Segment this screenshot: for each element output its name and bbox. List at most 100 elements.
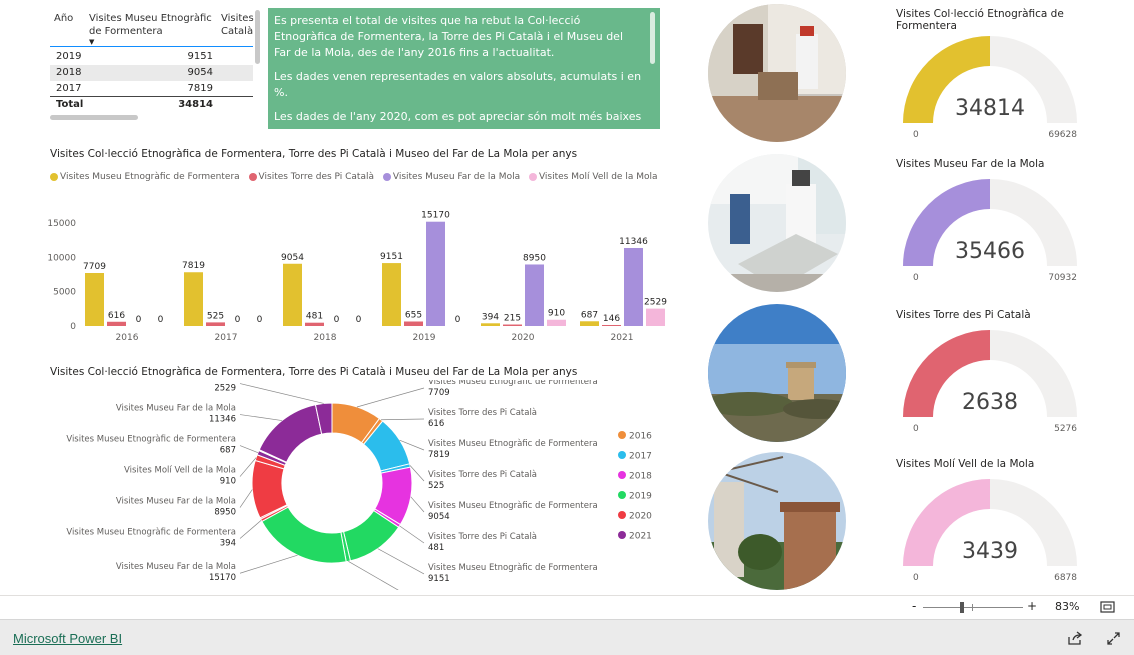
bar[interactable]	[305, 322, 324, 326]
donut-chart[interactable]: Visites Museu Etnogràfic de Formentera77…	[40, 380, 680, 590]
bar[interactable]	[602, 324, 621, 326]
leader-line	[381, 418, 425, 421]
total-value: 34814	[178, 99, 213, 110]
bar[interactable]	[107, 321, 126, 326]
row-year: 2019	[56, 51, 82, 62]
legend-dot	[528, 173, 537, 181]
bar[interactable]	[525, 264, 544, 326]
lighthouse-model-photo	[708, 154, 846, 292]
slice-label: Visites Torre des Pi Català	[428, 532, 537, 542]
bar[interactable]	[283, 263, 302, 326]
bar-chart[interactable]: 0 5000 10000 15000 7709 616 0 0 2016 7819 525 0 0 201…	[40, 190, 670, 345]
leader-line	[239, 414, 283, 421]
gauge-far[interactable]: 35466 0 70932	[895, 168, 1095, 283]
donut-slice[interactable]	[261, 506, 347, 564]
gauge-max-label: 70932	[1048, 273, 1077, 283]
legend-label[interactable]: 2016	[629, 432, 652, 442]
table-horizontal-scrollbar[interactable]	[50, 115, 138, 120]
table-row[interactable]: 2019 9151	[50, 49, 253, 65]
bar[interactable]	[382, 263, 401, 326]
legend-dot	[618, 491, 626, 499]
col-header-etno[interactable]: Visites Museu Etnogràfic de Formentera	[89, 12, 212, 38]
zoom-in-button[interactable]: +	[1027, 599, 1037, 613]
slice-label: Visites Molí Vell de la Mola	[124, 380, 236, 383]
x-tick-label: 2019	[413, 333, 436, 343]
x-tick-label: 2016	[116, 333, 139, 343]
table-vertical-scrollbar[interactable]	[255, 10, 260, 64]
legend-item[interactable]: Visites Torre des Pi Català	[248, 172, 374, 182]
table-row[interactable]: 2017 7819	[50, 81, 253, 97]
gauge-max-label: 6878	[1054, 573, 1077, 583]
bar-data-label: 15170	[421, 211, 450, 221]
textbox-scrollbar[interactable]	[650, 12, 655, 64]
legend-label: Visites Torre des Pi Català	[258, 172, 374, 182]
bar-data-label: 215	[504, 314, 521, 324]
bar-data-label: 0	[235, 315, 241, 325]
gauge-min-label: 0	[913, 273, 919, 283]
zoom-bar: - + 83%	[0, 595, 1134, 619]
bar-data-label: 0	[158, 315, 164, 325]
legend-label[interactable]: 2019	[629, 492, 652, 502]
bar[interactable]	[503, 324, 522, 326]
col-header-year[interactable]: Año	[54, 12, 73, 25]
bar[interactable]	[426, 221, 445, 326]
col-header-pi-line2: Català	[221, 26, 254, 37]
col-header-etno-line2: de Formentera	[89, 26, 163, 37]
bar[interactable]	[481, 323, 500, 326]
legend-item[interactable]: Visites Museu Far de la Mola	[382, 172, 520, 182]
col-header-pi[interactable]: Visites Català	[221, 12, 254, 38]
tower-landscape-image	[708, 304, 846, 442]
legend-dot	[618, 451, 626, 459]
leader-line	[356, 387, 425, 408]
legend-item[interactable]: Visites Museu Etnogràfic de Formentera	[50, 172, 240, 182]
legend-label[interactable]: 2018	[629, 472, 652, 482]
legend-item[interactable]: Visites Molí Vell de la Mola	[528, 172, 658, 182]
fullscreen-icon[interactable]	[1106, 631, 1121, 646]
bar-data-label: 687	[581, 310, 598, 320]
slice-value: 8950	[214, 508, 236, 518]
description-paragraph-3: Les dades de l'any 2020, com es pot apre…	[274, 110, 642, 123]
bar-data-label: 655	[405, 310, 422, 320]
legend-label[interactable]: 2021	[629, 532, 652, 542]
bar[interactable]	[404, 321, 423, 326]
gauge-etno[interactable]: 34814 0 69628	[895, 30, 1095, 140]
slice-label: Visites Museu Etnogràfic de Formentera	[428, 563, 598, 573]
share-icon[interactable]	[1067, 631, 1083, 646]
fit-to-page-icon[interactable]	[1100, 601, 1115, 613]
slice-value: 525	[428, 481, 444, 491]
legend-dot	[618, 511, 626, 519]
gauge-moli[interactable]: 3439 0 6878	[895, 468, 1095, 583]
slice-label: Visites Museu Etnogràfic de Formentera	[428, 439, 598, 449]
zoom-slider-thumb[interactable]	[960, 602, 964, 613]
legend-dot	[248, 173, 257, 181]
y-tick-label: 10000	[47, 253, 76, 263]
bar[interactable]	[206, 322, 225, 326]
legend-dot	[50, 173, 58, 181]
total-label: Total	[56, 99, 84, 110]
sort-descending-icon[interactable]: ▼	[89, 38, 94, 46]
legend-label[interactable]: 2017	[629, 452, 652, 462]
bar[interactable]	[85, 273, 104, 326]
leader-line	[239, 554, 298, 574]
power-bi-link[interactable]: Microsoft Power BI	[13, 631, 122, 646]
bar-data-label: 525	[207, 311, 224, 321]
legend-label[interactable]: 2020	[629, 512, 652, 522]
table-row[interactable]: 2018 9054	[50, 65, 253, 81]
bar[interactable]	[184, 272, 203, 326]
bar[interactable]	[624, 247, 643, 326]
museum-interior-image	[708, 4, 846, 142]
visits-table[interactable]: Año Visites Museu Etnogràfic de Formente…	[50, 6, 260, 120]
bar[interactable]	[547, 319, 566, 326]
zoom-out-button[interactable]: -	[912, 599, 916, 613]
donut-slice[interactable]	[258, 404, 323, 463]
zoom-slider-track[interactable]	[923, 607, 1023, 608]
description-textbox: Es presenta el total de visites que ha r…	[268, 8, 660, 129]
windmill-photo	[708, 452, 846, 590]
gauge-torre[interactable]: 2638 0 5276	[895, 319, 1095, 434]
y-tick-label: 15000	[47, 219, 76, 229]
bar-data-label: 8950	[523, 253, 546, 263]
bar[interactable]	[646, 308, 665, 326]
bar-data-label: 0	[136, 315, 142, 325]
bar[interactable]	[580, 321, 599, 326]
donut-chart-title: Visites Col·lecció Etnogràfica de Formen…	[50, 366, 578, 378]
